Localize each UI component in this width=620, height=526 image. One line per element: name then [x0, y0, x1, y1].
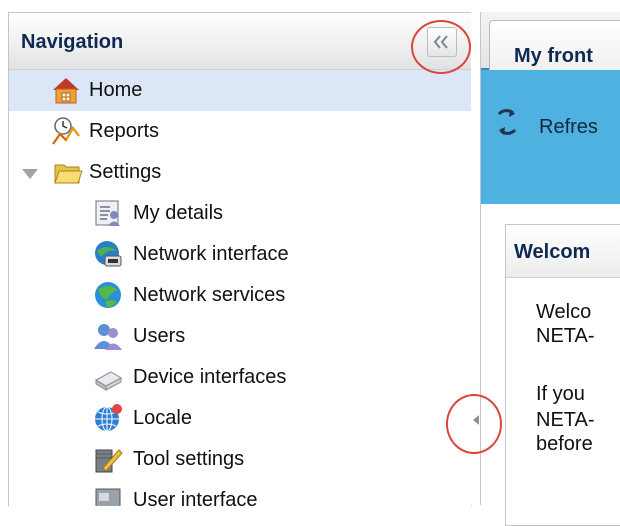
tab-label: My front: [514, 45, 593, 67]
welcome-panel-title: Welcom: [514, 241, 591, 263]
device-interfaces-icon: [94, 371, 123, 391]
users-icon: [94, 324, 122, 350]
tree-item-users[interactable]: Users: [9, 316, 471, 357]
tree-item-label: Settings: [89, 161, 162, 183]
tree-item-tool-settings[interactable]: Tool settings: [9, 439, 471, 480]
tree-item-network-interface[interactable]: Network interface: [9, 234, 471, 275]
toolbar: Refres: [481, 70, 620, 204]
tree-item-label: My details: [133, 202, 224, 224]
folder-open-icon: [54, 164, 83, 184]
tree-item-label: Network interface: [133, 243, 289, 265]
welcome-text-line: before: [536, 433, 593, 455]
locale-icon: [95, 404, 122, 432]
tree-item-reports[interactable]: Reports: [9, 111, 471, 152]
annotation-circle-collapse: [411, 20, 471, 74]
tree-item-network-services[interactable]: Network services: [9, 275, 471, 316]
home-icon: [53, 78, 79, 104]
tool-settings-icon: [95, 449, 123, 473]
tree-item-home[interactable]: Home: [9, 70, 471, 111]
navigation-header: Navigation: [9, 13, 471, 70]
welcome-panel-header: Welcom: [506, 225, 620, 278]
tree-item-label: Reports: [89, 120, 160, 142]
welcome-text-line: Welco: [536, 301, 592, 323]
welcome-text-line: NETA-: [536, 409, 595, 431]
tab-my-front-page[interactable]: My front: [489, 20, 620, 71]
tree-item-label: User interface: [133, 489, 258, 506]
refresh-label: Refres: [539, 116, 598, 138]
network-interface-icon: [95, 241, 122, 267]
tree-item-my-details[interactable]: My details: [9, 193, 471, 234]
tree-item-locale[interactable]: Locale: [9, 398, 471, 439]
user-interface-icon: [95, 488, 121, 506]
tree-item-label: Home: [89, 79, 143, 101]
reports-icon: [51, 117, 80, 145]
network-services-icon: [95, 282, 121, 308]
welcome-panel: Welcom Welco NETA- If you NETA- before: [505, 224, 620, 526]
tree-item-label: Network services: [133, 284, 286, 306]
welcome-text-line: If you: [536, 383, 585, 405]
tree-item-label: Device interfaces: [133, 366, 287, 388]
my-details-icon: [95, 200, 120, 226]
expand-triangle-icon[interactable]: [21, 168, 39, 180]
refresh-icon: [497, 109, 517, 135]
annotation-circle-splitter: [446, 394, 502, 454]
tree-item-label: Tool settings: [133, 448, 245, 470]
tree-item-device-interfaces[interactable]: Device interfaces: [9, 357, 471, 398]
welcome-text-line: NETA-: [536, 325, 595, 347]
tree-item-user-interface[interactable]: User interface: [9, 480, 471, 506]
navigation-title: Navigation: [21, 31, 124, 53]
navigation-panel: Navigation Home Reports Settings My deta…: [8, 12, 472, 506]
content-area: Welcom Welco NETA- If you NETA- before: [481, 204, 620, 526]
tree-item-label: Locale: [133, 407, 192, 429]
tab-strip: My front: [481, 12, 620, 71]
tree-item-label: Users: [133, 325, 186, 347]
tree-item-settings[interactable]: Settings: [9, 152, 471, 193]
